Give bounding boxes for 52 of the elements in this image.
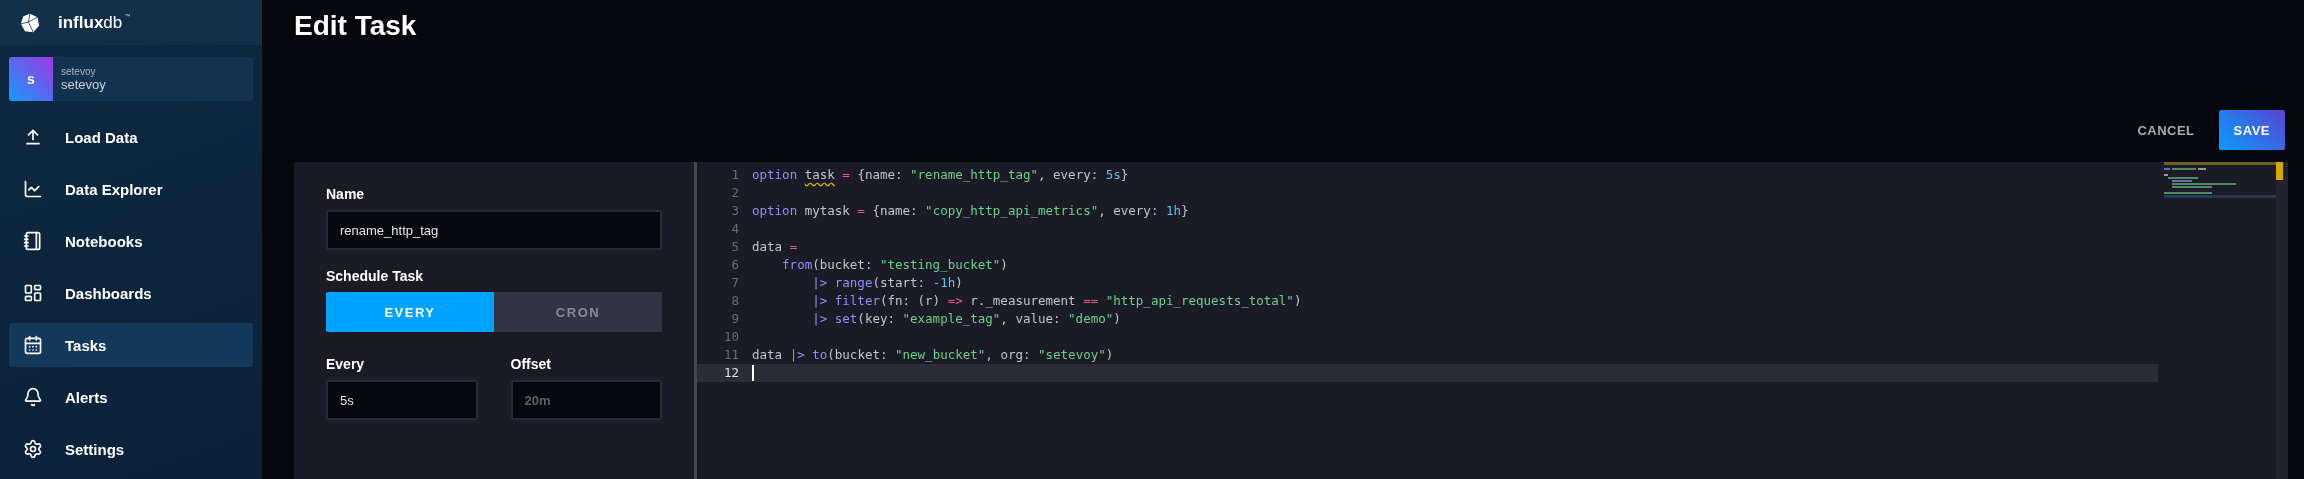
- code-line: from(bucket: "testing_bucket"): [782, 256, 1008, 274]
- bell-icon: [23, 387, 43, 407]
- line-number: 5: [730, 238, 740, 256]
- code-line: |> filter(fn: (r) => r._measurement == "http_api_requests_total"): [812, 292, 1302, 310]
- nav-item[interactable]: Settings: [9, 427, 253, 471]
- settings-icon: [23, 439, 43, 459]
- schedule-tab[interactable]: CRON: [494, 292, 662, 332]
- line-number: 3: [730, 202, 740, 220]
- line-number: 10: [722, 328, 740, 346]
- nav-item[interactable]: Data Explorer: [9, 167, 253, 211]
- line-number: 8: [730, 292, 740, 310]
- line-number: 6: [730, 256, 740, 274]
- nav-item[interactable]: Load Data: [9, 115, 253, 159]
- user-card[interactable]: s setevoy setevoy: [9, 57, 253, 101]
- nav-item[interactable]: Tasks: [9, 323, 253, 367]
- offset-field[interactable]: 20m: [510, 380, 662, 420]
- line-number: 11: [722, 346, 740, 364]
- avatar: s: [9, 57, 53, 101]
- line-number: 1: [730, 166, 740, 184]
- dashboard-icon: [23, 283, 43, 303]
- field-label: Every: [326, 356, 366, 372]
- notebook-icon: [23, 231, 43, 251]
- upload-icon: [23, 127, 43, 147]
- page-title: Edit Task: [293, 9, 418, 43]
- nav-item[interactable]: Alerts: [9, 375, 253, 419]
- text-cursor: [752, 365, 754, 381]
- field-label: Offset: [510, 356, 552, 372]
- line-number: 7: [730, 274, 740, 292]
- line-number: 4: [730, 220, 740, 238]
- name-field[interactable]: rename_http_tag: [326, 210, 662, 250]
- code-line: option task = {name: "rename_http_tag", every: 5s}: [752, 166, 1129, 184]
- code-line: data =: [752, 238, 798, 256]
- code-line: option mytask = {name: "copy_http_api_metrics", every: 1h}: [752, 202, 1189, 220]
- nav-item[interactable]: Dashboards: [9, 271, 253, 315]
- logo-icon: [20, 12, 40, 33]
- code-line: data |> to(bucket: "new_bucket", org: "setevoy"): [752, 346, 1114, 364]
- line-number: 2: [730, 184, 740, 202]
- calendar-icon: [23, 335, 43, 355]
- line-number: 12: [722, 364, 740, 382]
- every-field[interactable]: 5s: [326, 380, 478, 420]
- line-chart-icon: [23, 179, 43, 199]
- field-label: Schedule Task: [326, 268, 424, 284]
- field-label: Name: [326, 186, 366, 202]
- code-line: |> set(key: "example_tag", value: "demo"): [812, 310, 1121, 328]
- nav-item[interactable]: Notebooks: [9, 219, 253, 263]
- code-line: |> range(start: -1h): [812, 274, 963, 292]
- user-name: setevoy: [61, 77, 106, 92]
- cancel-button[interactable]: CANCEL: [2131, 110, 2201, 150]
- scrollbar-thumb[interactable]: [2276, 162, 2283, 180]
- line-number: 9: [730, 310, 740, 328]
- save-button[interactable]: SAVE: [2218, 110, 2285, 150]
- org-name: setevoy: [61, 66, 97, 77]
